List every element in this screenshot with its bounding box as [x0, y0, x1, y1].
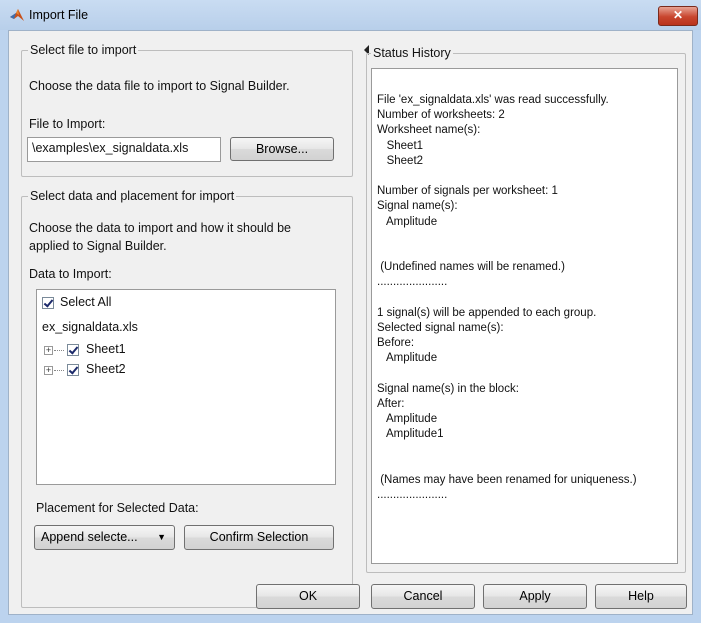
- placement-label: Placement for Selected Data:: [36, 501, 199, 515]
- status-line: Amplitude: [377, 215, 438, 228]
- window-title: Import File: [29, 8, 89, 22]
- dropdown-arrow-icon: ▼: [157, 532, 166, 542]
- status-history-text: File 'ex_signaldata.xls' was read succes…: [371, 68, 678, 564]
- tree-connector: [54, 350, 64, 351]
- apply-button[interactable]: Apply: [483, 584, 587, 609]
- placement-dropdown[interactable]: Append selecte... ▼: [34, 525, 175, 550]
- help-button[interactable]: Help: [595, 584, 687, 609]
- sheet2-checkbox[interactable]: [67, 364, 79, 376]
- import-file-window: Import File ✕ Select file to import Choo…: [0, 0, 701, 623]
- status-line: Signal name(s) in the block:: [377, 382, 519, 395]
- data-tree: Select All ex_signaldata.xls + Sheet1 + …: [36, 289, 336, 485]
- status-line: ......................: [377, 489, 448, 502]
- matlab-logo-icon: [10, 9, 24, 21]
- dialog-body: Select file to import Choose the data fi…: [8, 30, 693, 615]
- file-path-input[interactable]: \examples\ex_signaldata.xls: [27, 137, 221, 162]
- status-line: Number of signals per worksheet: 1: [377, 185, 558, 198]
- browse-button[interactable]: Browse...: [230, 137, 334, 161]
- select-file-description: Choose the data file to import to Signal…: [29, 79, 290, 93]
- sheet2-label[interactable]: Sheet2: [86, 362, 126, 376]
- status-line: Amplitude: [377, 352, 438, 365]
- sheet1-checkbox[interactable]: [67, 344, 79, 356]
- status-line: Amplitude1: [377, 428, 444, 441]
- select-data-description-1: Choose the data to import and how it sho…: [29, 221, 291, 235]
- status-history-legend: Status History: [371, 46, 453, 60]
- select-all-label[interactable]: Select All: [60, 295, 111, 309]
- status-line: (Undefined names will be renamed.): [377, 261, 565, 274]
- status-line: Number of worksheets: 2: [377, 109, 505, 122]
- status-line: Sheet1: [377, 139, 424, 152]
- status-line: ......................: [377, 276, 448, 289]
- ok-button[interactable]: OK: [256, 584, 360, 609]
- status-line: After:: [377, 398, 405, 410]
- close-button[interactable]: ✕: [658, 6, 698, 26]
- title-bar[interactable]: Import File ✕: [0, 0, 701, 30]
- status-line: Amplitude: [377, 413, 438, 426]
- status-line: Worksheet name(s):: [377, 124, 481, 137]
- status-line: Before:: [377, 337, 415, 350]
- status-line: Selected signal name(s):: [377, 322, 504, 334]
- status-line: File 'ex_signaldata.xls' was read succes…: [377, 94, 609, 106]
- status-line: Signal name(s):: [377, 200, 458, 213]
- sheet1-label[interactable]: Sheet1: [86, 342, 126, 356]
- placement-value: Append selecte...: [41, 530, 138, 544]
- confirm-selection-button[interactable]: Confirm Selection: [184, 525, 334, 550]
- expand-sheet2-icon[interactable]: +: [44, 366, 53, 375]
- expand-sheet1-icon[interactable]: +: [44, 346, 53, 355]
- status-line: 1 signal(s) will be appended to each gro…: [377, 306, 597, 319]
- cancel-button[interactable]: Cancel: [371, 584, 475, 609]
- select-data-legend: Select data and placement for import: [28, 189, 237, 203]
- file-to-import-label: File to Import:: [29, 117, 106, 131]
- select-all-checkbox[interactable]: [42, 297, 54, 309]
- status-line: (Names may have been renamed for uniquen…: [377, 474, 637, 486]
- status-line: Sheet2: [377, 154, 424, 167]
- file-node-label: ex_signaldata.xls: [42, 320, 138, 334]
- tree-connector: [54, 370, 64, 371]
- data-to-import-label: Data to Import:: [29, 267, 112, 281]
- select-data-description-2: applied to Signal Builder.: [29, 239, 167, 253]
- select-file-legend: Select file to import: [28, 43, 139, 57]
